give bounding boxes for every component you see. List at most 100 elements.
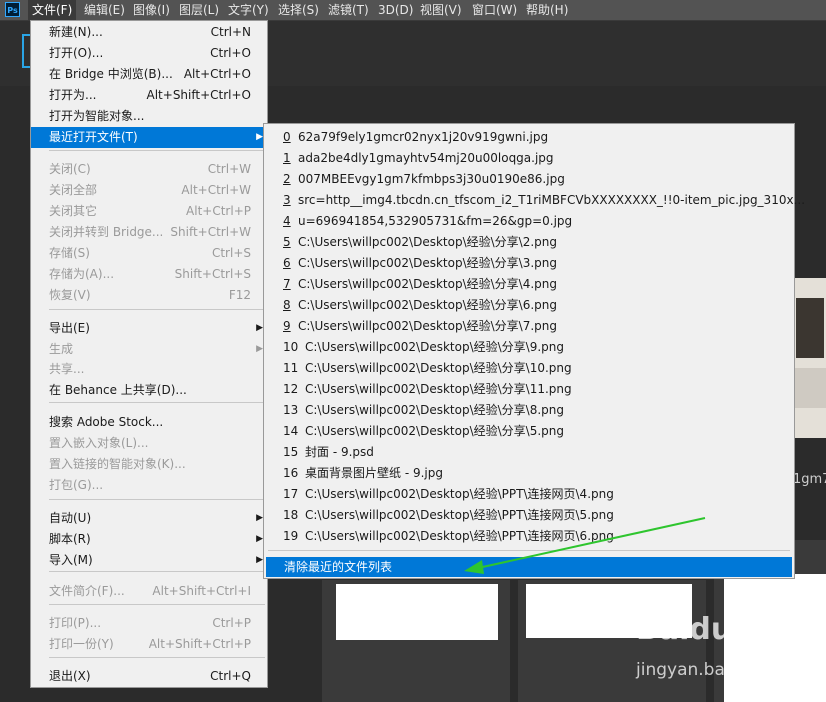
recent-photo-thumbnail[interactable] (793, 278, 826, 438)
file-menu-item[interactable]: 脚本(R) ▶ (31, 529, 267, 550)
clear-recent-files-item[interactable]: 清除最近的文件列表 (266, 557, 792, 577)
file-menu-item[interactable]: 打开为... Alt+Shift+Ctrl+O (31, 85, 267, 106)
recent-file-number: 2 (283, 172, 291, 186)
recent-file-number: 7 (283, 277, 291, 291)
file-menu-item-label: 脚本(R) (49, 532, 91, 546)
submenu-arrow-icon: ▶ (256, 344, 263, 354)
file-menu-item[interactable]: 置入嵌入对象(L)... (31, 433, 267, 454)
file-menu-item[interactable]: 导出(E) ▶ (31, 318, 267, 339)
recent-file-item[interactable]: 9 C:\Users\willpc002\Desktop\经验\分享\7.png (264, 316, 794, 337)
recent-file-item[interactable]: 2 007MBEEvgy1gm7kfmbps3j30u0190e86.jpg (264, 169, 794, 190)
recent-file-name: C:\Users\willpc002\Desktop\经验\分享\7.png (298, 319, 557, 333)
recent-file-number: 12 (283, 382, 299, 396)
file-menu-item-label: 打开(O)... (49, 46, 104, 60)
file-menu-item[interactable]: 存储(S) Ctrl+S (31, 243, 267, 264)
recent-file-item[interactable]: 8 C:\Users\willpc002\Desktop\经验\分享\6.png (264, 295, 794, 316)
menu-separator (49, 309, 265, 310)
recent-file-number: 13 (283, 403, 299, 417)
recent-file-item[interactable]: 1 ada2be4dly1gmayhtv54mj20u00loqga.jpg (264, 148, 794, 169)
file-menu-item[interactable]: 在 Behance 上共享(D)... (31, 380, 267, 401)
menu-5[interactable]: 选择(S) (278, 0, 319, 20)
recent-file-item[interactable]: 16 桌面背景图片壁纸 - 9.jpg (264, 463, 794, 484)
menu-1[interactable]: 编辑(E) (84, 0, 125, 20)
recent-file-name: src=http__img4.tbcdn.cn_tfscom_i2_T1riMB… (298, 193, 806, 207)
file-menu-item[interactable]: 置入链接的智能对象(K)... (31, 454, 267, 475)
file-menu-item-label: 关闭并转到 Bridge... (49, 225, 164, 239)
file-menu-item-label: 导出(E) (49, 321, 90, 335)
menu-bar: Ps 文件(F) 编辑(E) 图像(I) 图层(L) 文字(Y) 选择(S) 滤镜(T) 3D… (0, 0, 826, 21)
recent-file-number: 15 (283, 445, 299, 459)
shortcut-label: Shift+Ctrl+S (174, 267, 251, 281)
file-menu-item[interactable]: 生成 ▶ (31, 339, 267, 360)
recent-file-number: 0 (283, 130, 291, 144)
recent-file-item[interactable]: 19 C:\Users\willpc002\Desktop\经验\PPT\连接网页… (264, 526, 794, 547)
menu-3[interactable]: 图层(L) (179, 0, 219, 20)
file-menu-item[interactable]: 新建(N)... Ctrl+N (31, 22, 267, 43)
menu-2[interactable]: 图像(I) (133, 0, 170, 20)
file-menu-item[interactable]: 关闭其它 Alt+Ctrl+P (31, 201, 267, 222)
recent-file-item[interactable]: 11 C:\Users\willpc002\Desktop\经验\分享\10.pn… (264, 358, 794, 379)
recent-file-number: 18 (283, 508, 299, 522)
file-menu-item[interactable]: 打印(P)... Ctrl+P (31, 613, 267, 634)
recent-file-item[interactable]: 0 62a79f9ely1gmcr02nyx1j20v919gwni.jpg (264, 127, 794, 148)
menu-separator (49, 571, 265, 572)
recent-file-name: ada2be4dly1gmayhtv54mj20u00loqga.jpg (298, 151, 554, 165)
file-menu-item[interactable]: 导入(M) ▶ (31, 550, 267, 571)
recent-file-item[interactable]: 18 C:\Users\willpc002\Desktop\经验\PPT\连接网页… (264, 505, 794, 526)
shortcut-label: Alt+Shift+Ctrl+I (152, 584, 251, 598)
recent-file-item[interactable]: 14 C:\Users\willpc002\Desktop\经验\分享\5.png (264, 421, 794, 442)
file-menu-item[interactable]: 搜索 Adobe Stock... (31, 412, 267, 433)
file-menu-item[interactable]: 关闭(C) Ctrl+W (31, 159, 267, 180)
file-menu-item[interactable]: 打开为智能对象... (31, 106, 267, 127)
file-menu-item[interactable]: 打印一份(Y) Alt+Shift+Ctrl+P (31, 634, 267, 655)
submenu-arrow-icon: ▶ (256, 555, 263, 565)
file-menu-item-label: 置入链接的智能对象(K)... (49, 457, 186, 471)
file-menu-item[interactable]: 退出(X) Ctrl+Q (31, 666, 267, 687)
recent-thumbnail[interactable] (322, 580, 510, 702)
menu-7[interactable]: 3D(D) (378, 0, 413, 20)
menu-9[interactable]: 窗口(W) (472, 0, 517, 20)
file-menu-item-label: 存储(S) (49, 246, 90, 260)
menu-6[interactable]: 滤镜(T) (328, 0, 369, 20)
recent-file-item[interactable]: 6 C:\Users\willpc002\Desktop\经验\分享\3.png (264, 253, 794, 274)
file-menu-item-label: 搜索 Adobe Stock... (49, 415, 164, 429)
shortcut-label: Alt+Ctrl+W (181, 183, 251, 197)
recent-file-name: u=696941854,532905731&fm=26&gp=0.jpg (298, 214, 573, 228)
menu-10[interactable]: 帮助(H) (526, 0, 568, 20)
file-menu-item[interactable]: 文件简介(F)... Alt+Shift+Ctrl+I (31, 581, 267, 602)
menu-separator (49, 657, 265, 658)
menu-separator (49, 499, 265, 500)
photoshop-logo-icon: Ps (5, 2, 20, 17)
recent-file-item[interactable]: 3 src=http__img4.tbcdn.cn_tfscom_i2_T1riM… (264, 190, 805, 211)
recent-file-name: C:\Users\willpc002\Desktop\经验\分享\8.png (305, 403, 564, 417)
recent-file-item[interactable]: 7 C:\Users\willpc002\Desktop\经验\分享\4.png (264, 274, 794, 295)
recent-file-item[interactable]: 4 u=696941854,532905731&fm=26&gp=0.jpg (264, 211, 794, 232)
file-menu-item[interactable]: 存储为(A)... Shift+Ctrl+S (31, 264, 267, 285)
recent-file-item[interactable]: 10 C:\Users\willpc002\Desktop\经验\分享\9.png (264, 337, 794, 358)
recent-file-item[interactable]: 5 C:\Users\willpc002\Desktop\经验\分享\2.png (264, 232, 794, 253)
shortcut-label: Ctrl+P (212, 616, 251, 630)
recent-file-number: 1 (283, 151, 291, 165)
recent-file-item[interactable]: 12 C:\Users\willpc002\Desktop\经验\分享\11.pn… (264, 379, 794, 400)
menu-0[interactable]: 文件(F) (28, 0, 77, 20)
file-menu-item[interactable]: 共享... (31, 359, 267, 380)
recent-file-item[interactable]: 17 C:\Users\willpc002\Desktop\经验\PPT\连接网页… (264, 484, 794, 505)
recent-file-name: 封面 - 9.psd (305, 445, 374, 459)
menu-4[interactable]: 文字(Y) (228, 0, 269, 20)
file-menu-item[interactable]: 关闭全部 Alt+Ctrl+W (31, 180, 267, 201)
file-menu-item[interactable]: 在 Bridge 中浏览(B)... Alt+Ctrl+O (31, 64, 267, 85)
recent-file-number: 19 (283, 529, 299, 543)
file-menu-item-label: 恢复(V) (49, 288, 91, 302)
file-menu-item[interactable]: 自动(U) ▶ (31, 508, 267, 529)
file-menu-item[interactable]: 最近打开文件(T) ▶ (31, 127, 267, 148)
shortcut-label: Alt+Shift+Ctrl+P (148, 637, 251, 651)
menu-8[interactable]: 视图(V) (420, 0, 462, 20)
recent-file-number: 17 (283, 487, 299, 501)
file-menu-item[interactable]: 恢复(V) F12 (31, 285, 267, 306)
file-menu-item[interactable]: 关闭并转到 Bridge... Shift+Ctrl+W (31, 222, 267, 243)
file-menu-item[interactable]: 打包(G)... (31, 475, 267, 496)
file-menu-item[interactable]: 打开(O)... Ctrl+O (31, 43, 267, 64)
recent-files-submenu: 19 C:\Users\willpc002\Desktop\经验\PPT\连接网页… (263, 123, 805, 579)
recent-file-item[interactable]: 15 封面 - 9.psd (264, 442, 794, 463)
recent-file-item[interactable]: 13 C:\Users\willpc002\Desktop\经验\分享\8.png (264, 400, 794, 421)
